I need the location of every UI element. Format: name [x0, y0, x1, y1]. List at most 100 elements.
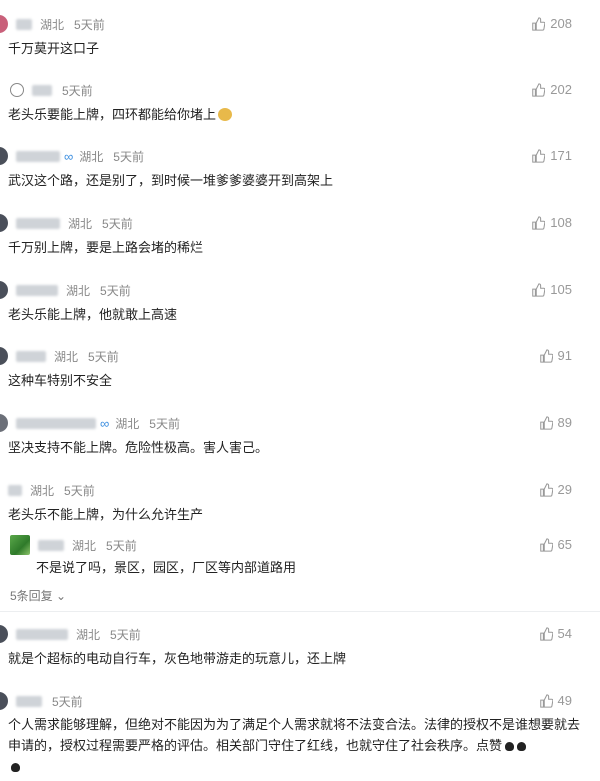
thumbs-up-icon [539, 348, 553, 363]
comment-meta: 5天前 [0, 691, 83, 711]
username-blurred[interactable] [8, 484, 22, 496]
location: 湖北 [30, 483, 55, 498]
avatar[interactable] [0, 281, 8, 299]
like-button[interactable]: 54 [539, 626, 572, 641]
thumbs-up-icon [539, 482, 553, 497]
comment-meta: 湖北 5天前 [0, 346, 119, 366]
thumbs-up-icon [539, 626, 553, 641]
like-button[interactable]: 108 [531, 215, 572, 230]
like-count: 29 [557, 482, 572, 497]
like-count: 89 [557, 415, 572, 430]
thumbs-up-icon [532, 82, 546, 97]
like-button[interactable]: 91 [539, 348, 572, 363]
divider [0, 611, 600, 612]
timestamp: 5天前 [100, 283, 131, 298]
like-count: 91 [557, 348, 572, 363]
timestamp: 5天前 [62, 83, 93, 98]
timestamp: 5天前 [113, 149, 144, 164]
avatar[interactable] [0, 414, 8, 432]
laughing-emoji-icon [218, 108, 233, 121]
thumbs-up-icon [532, 282, 546, 297]
like-button[interactable]: 65 [539, 537, 572, 552]
like-count: 202 [550, 82, 572, 97]
comment-text: 千万别上牌，要是上路会堵的稀烂 [8, 240, 204, 255]
like-count: 108 [550, 215, 572, 230]
location: 湖北 [115, 416, 140, 431]
like-count: 171 [550, 148, 572, 163]
like-button[interactable]: 89 [539, 415, 572, 430]
comment-meta: 湖北 5天前 [0, 280, 131, 300]
comment-text: 不是说了吗，景区，园区，厂区等内部道路用 [36, 560, 297, 575]
timestamp: 5天前 [106, 538, 137, 553]
username-blurred[interactable] [16, 150, 60, 162]
like-count: 65 [557, 537, 572, 552]
timestamp: 5天前 [52, 694, 83, 709]
comment-meta: ∞ 湖北 5天前 [0, 146, 144, 166]
timestamp: 5天前 [149, 416, 180, 431]
username-blurred[interactable] [16, 695, 42, 707]
timestamp: 5天前 [110, 627, 141, 642]
like-button[interactable]: 105 [531, 282, 572, 297]
like-button[interactable]: 202 [531, 82, 572, 97]
location: 湖北 [40, 17, 65, 32]
avatar[interactable] [0, 15, 8, 33]
thumbs-up-icon [539, 693, 553, 708]
comment-meta: ∞ 湖北 5天前 [0, 413, 180, 433]
comment-text: 坚决支持不能上牌。危险性极高。害人害己。 [8, 440, 269, 455]
comment-text-body: 个人需求能够理解，但绝对不能因为为了满足个人需求就将不法变合法。法律的授权不是谁… [8, 717, 581, 753]
like-count: 54 [557, 626, 572, 641]
like-count: 49 [557, 693, 572, 708]
comment-text: 就是个超标的电动自行车，灰色地带游走的玩意儿，还上牌 [8, 651, 347, 666]
view-replies-label: 5条回复 [10, 589, 53, 603]
comment-text: 老头乐要能上牌，四环都能给你堵上 [8, 104, 233, 125]
avatar[interactable] [10, 535, 30, 555]
username-blurred[interactable] [32, 84, 52, 96]
comment-text: 个人需求能够理解，但绝对不能因为为了满足个人需求就将不法变合法。法律的授权不是谁… [8, 714, 584, 777]
comment-meta: 5天前 [0, 80, 93, 100]
view-replies-button[interactable]: 5条回复 ⌄ [10, 587, 66, 604]
vip-icon: ∞ [64, 148, 73, 164]
comment-text: 老头乐不能上牌，为什么允许生产 [8, 507, 204, 522]
timestamp: 5天前 [102, 216, 133, 231]
pointing-emoji-icon [517, 742, 527, 751]
username-blurred[interactable] [16, 417, 96, 429]
like-button[interactable]: 49 [539, 693, 572, 708]
location: 湖北 [76, 627, 101, 642]
username-blurred[interactable] [16, 628, 68, 640]
location: 湖北 [54, 349, 79, 364]
like-button[interactable]: 208 [531, 16, 572, 31]
timestamp: 5天前 [88, 349, 119, 364]
thumbs-up-icon [532, 215, 546, 230]
username-blurred[interactable] [16, 284, 58, 296]
timestamp: 5天前 [74, 17, 105, 32]
pointing-emoji-icon [505, 742, 515, 751]
timestamp: 5天前 [64, 483, 95, 498]
thumbs-up-icon [539, 415, 553, 430]
username-blurred[interactable] [16, 18, 32, 30]
chevron-down-icon: ⌄ [56, 589, 67, 603]
avatar[interactable] [10, 83, 24, 97]
comment-text: 老头乐能上牌，他就敢上高速 [8, 307, 178, 322]
avatar[interactable] [0, 625, 8, 643]
username-blurred[interactable] [38, 539, 64, 551]
avatar[interactable] [0, 347, 8, 365]
like-button[interactable]: 29 [539, 482, 572, 497]
comment-meta: 湖北 5天前 [0, 480, 95, 500]
thumbs-up-icon [532, 148, 546, 163]
avatar[interactable] [0, 214, 8, 232]
thumbs-up-icon [539, 537, 553, 552]
comment-meta: 湖北 5天前 [0, 624, 141, 644]
location: 湖北 [79, 149, 104, 164]
like-button[interactable]: 171 [531, 148, 572, 163]
avatar[interactable] [0, 147, 8, 165]
pointing-emoji-icon [11, 763, 20, 772]
username-blurred[interactable] [16, 350, 46, 362]
username-blurred[interactable] [16, 217, 60, 229]
comment-text: 千万莫开这口子 [8, 41, 100, 56]
vip-icon: ∞ [100, 415, 109, 431]
comment-text: 这种车特别不安全 [8, 373, 113, 388]
thumbs-up-icon [532, 16, 546, 31]
like-count: 208 [550, 16, 572, 31]
comment-meta: 湖北 5天前 [0, 534, 137, 556]
avatar[interactable] [0, 692, 8, 710]
